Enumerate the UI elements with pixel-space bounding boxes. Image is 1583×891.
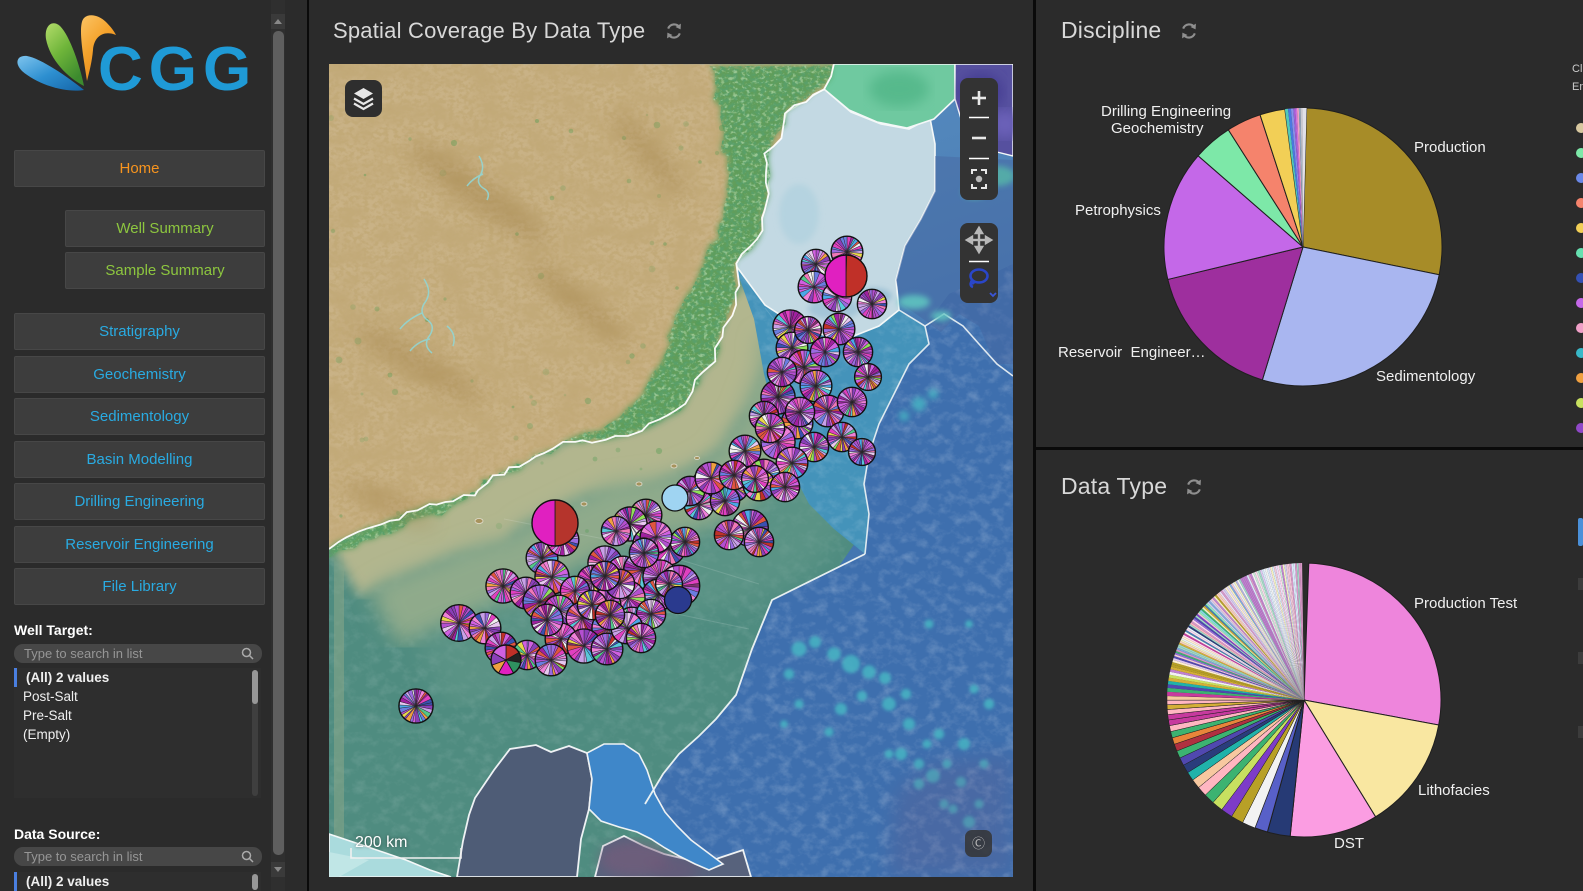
- svg-text:Cl: Cl: [1572, 63, 1582, 75]
- svg-text:En: En: [1572, 81, 1583, 93]
- svg-text:CGG: CGG: [98, 35, 257, 98]
